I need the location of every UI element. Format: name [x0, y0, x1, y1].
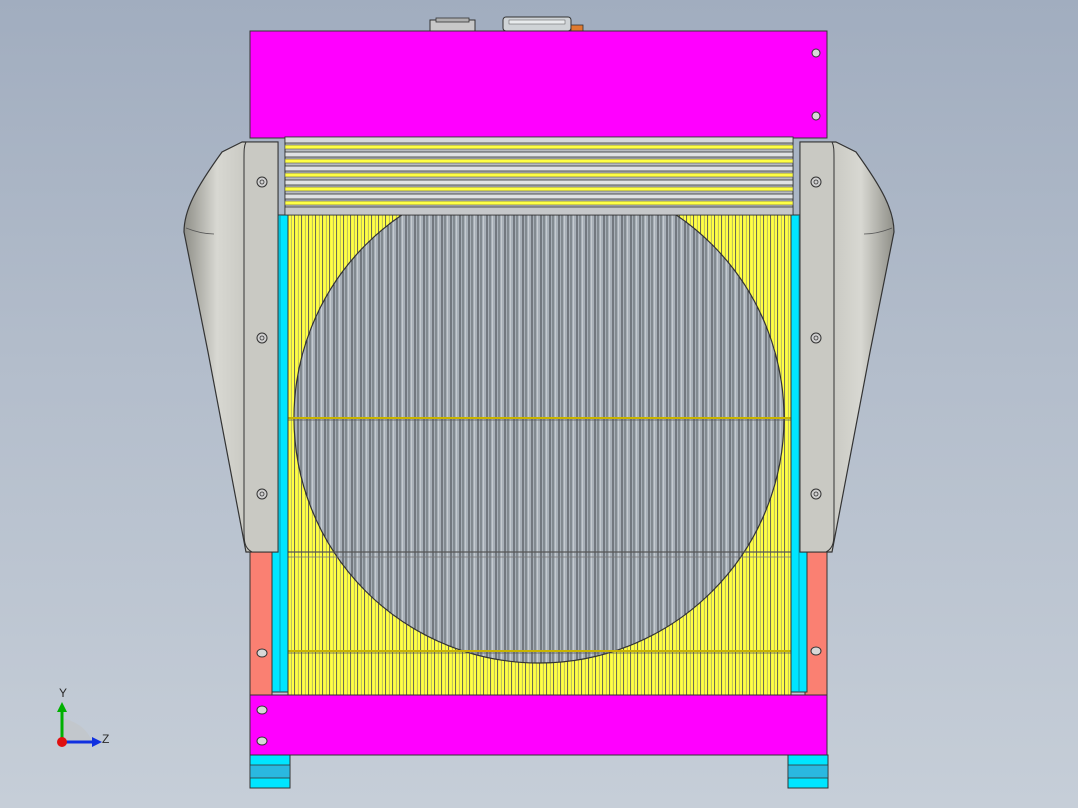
left-fan-shroud[interactable] [183, 141, 279, 553]
top-grille[interactable] [284, 136, 794, 216]
bolt-head [256, 488, 268, 500]
bolt-hole [811, 48, 821, 58]
bolt-hole [810, 646, 822, 656]
right-side-plate[interactable] [804, 549, 828, 698]
axis-z-label: Z [102, 732, 110, 746]
bottom-frame[interactable] [249, 694, 828, 756]
bolt-head [256, 176, 268, 188]
axis-y-label: Y [59, 686, 68, 700]
bolt-head [810, 176, 822, 188]
bolt-head [810, 332, 822, 344]
left-side-plate[interactable] [249, 549, 273, 698]
coordinate-triad[interactable]: Y Z [48, 682, 128, 762]
left-foot[interactable] [249, 754, 291, 789]
top-frame[interactable] [249, 30, 828, 139]
bolt-head [810, 488, 822, 500]
bolt-hole [256, 705, 268, 715]
bolt-hole [256, 648, 268, 658]
right-fan-shroud[interactable] [799, 141, 895, 553]
bolt-hole [256, 736, 268, 746]
top-fittings[interactable] [429, 16, 584, 33]
bolt-head [256, 332, 268, 344]
model-viewport[interactable] [0, 0, 1078, 808]
bolt-hole [811, 111, 821, 121]
right-foot[interactable] [787, 754, 829, 789]
